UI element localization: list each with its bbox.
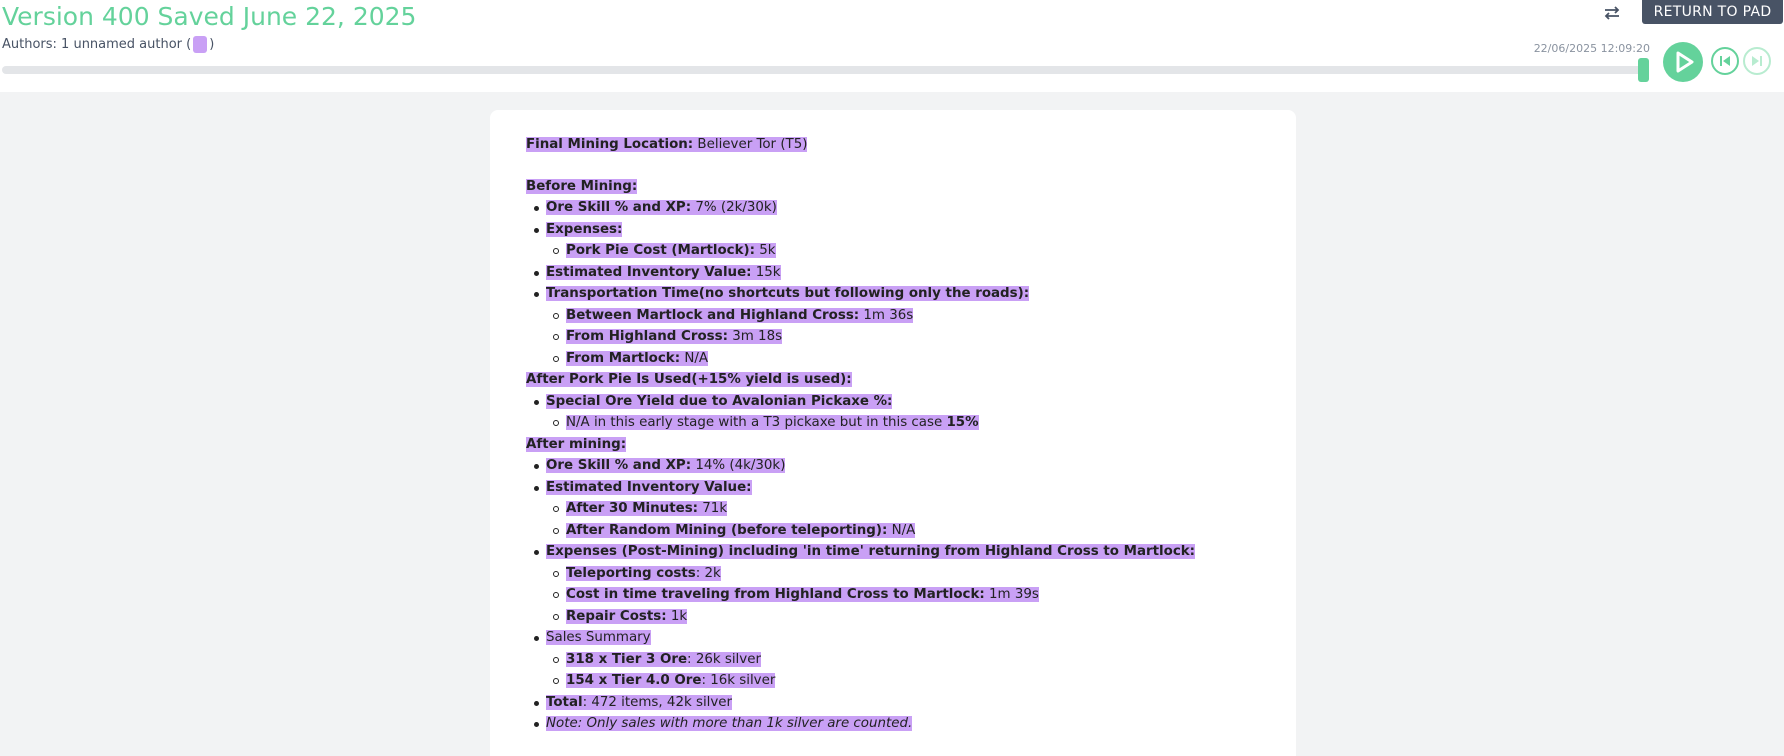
list-item: From Martlock: N/A <box>526 348 1276 370</box>
list-item: After Random Mining (before teleporting)… <box>526 520 1276 542</box>
list-item: Total: 472 items, 42k silver <box>526 692 1276 714</box>
play-button[interactable] <box>1663 42 1703 82</box>
page-title: Version 400 Saved June 22, 2025 <box>2 2 417 31</box>
list-item: Repair Costs: 1k <box>526 606 1276 628</box>
author-color-swatch <box>193 36 208 53</box>
play-icon <box>1676 51 1694 73</box>
list-item: 318 x Tier 3 Ore: 26k silver <box>526 649 1276 671</box>
list-item: Ore Skill % and XP: 7% (2k/30k) <box>526 197 1276 219</box>
list-item: Teleporting costs: 2k <box>526 563 1276 585</box>
revision-timestamp: 22/06/2025 12:09:20 <box>1533 42 1650 55</box>
doc-line: After Pork Pie Is Used(+15% yield is use… <box>526 372 852 387</box>
list-item: Note: Only sales with more than 1k silve… <box>526 713 1276 735</box>
list-item: Estimated Inventory Value: 15k <box>526 262 1276 284</box>
list-item: From Highland Cross: 3m 18s <box>526 326 1276 348</box>
list-item: Estimated Inventory Value: <box>526 477 1276 499</box>
list-item: Between Martlock and Highland Cross: 1m … <box>526 305 1276 327</box>
doc-line: Final Mining Location: Believer Tor (T5) <box>526 137 808 152</box>
document-viewer: Final Mining Location: Believer Tor (T5)… <box>490 110 1296 756</box>
step-back-icon <box>1720 56 1730 66</box>
document-content: Final Mining Location: Believer Tor (T5)… <box>526 134 1276 735</box>
step-forward-button[interactable] <box>1743 47 1771 75</box>
list-item: After 30 Minutes: 71k <box>526 498 1276 520</box>
step-forward-icon <box>1752 56 1762 66</box>
authors-suffix: ) <box>209 37 215 52</box>
list-item: Expenses: <box>526 219 1276 241</box>
authors-prefix: Authors: 1 unnamed author ( <box>2 37 192 52</box>
list-item: Expenses (Post-Mining) including 'in tim… <box>526 541 1276 563</box>
authors-line: Authors: 1 unnamed author ( ) <box>2 36 214 53</box>
list-item: Ore Skill % and XP: 14% (4k/30k) <box>526 455 1276 477</box>
step-back-button[interactable] <box>1711 47 1739 75</box>
timeslider-track[interactable] <box>2 66 1642 74</box>
list-item: Cost in time traveling from Highland Cro… <box>526 584 1276 606</box>
list-item: N/A in this early stage with a T3 pickax… <box>526 412 1276 434</box>
list-item: Special Ore Yield due to Avalonian Picka… <box>526 391 1276 413</box>
timeslider-header: Version 400 Saved June 22, 2025 Authors:… <box>0 0 1784 92</box>
doc-line: After mining: <box>526 436 627 452</box>
list-item: Pork Pie Cost (Martlock): 5k <box>526 240 1276 262</box>
swap-arrows-icon[interactable] <box>1601 2 1623 24</box>
return-to-pad-button[interactable]: RETURN TO PAD <box>1642 0 1783 24</box>
list-item: 154 x Tier 4.0 Ore: 16k silver <box>526 670 1276 692</box>
list-item: Transportation Time(no shortcuts but fol… <box>526 283 1276 305</box>
list-item: Sales Summary <box>526 627 1276 649</box>
doc-line: Before Mining: <box>526 178 638 194</box>
timeslider-handle[interactable] <box>1638 58 1649 82</box>
